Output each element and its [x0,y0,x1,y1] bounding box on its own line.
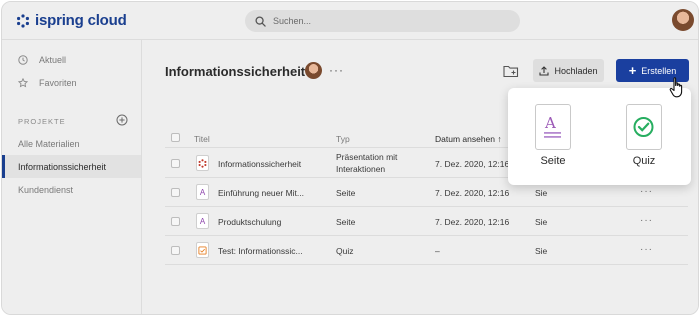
row-date: 7. Dez. 2020, 12:16 [435,217,510,227]
row-owner: Sie [535,188,548,198]
logo[interactable]: ispring cloud [16,12,127,29]
create-page-label: Seite [540,155,566,167]
row-title: Test: Informationssic... [218,246,303,256]
select-all-checkbox[interactable] [171,133,180,142]
column-header-date[interactable]: Datum ansehen ↑ [435,134,502,144]
sidebar-item-favorites[interactable]: Favoriten [18,78,77,88]
project-more-button[interactable]: ··· [329,63,344,77]
row-owner: Sie [535,217,548,227]
plus-icon: + [628,63,637,78]
row-owner: Sie [535,246,548,256]
top-bar: ispring cloud Suchen... [2,2,698,40]
project-label: Informationssicherheit [18,161,107,172]
row-title: Informationssicherheit [218,159,302,169]
add-project-icon[interactable] [116,114,128,126]
row-date: 7. Dez. 2020, 12:16 [435,159,510,169]
row-more-button[interactable]: ··· [640,186,653,197]
logo-text: ispring cloud [35,12,127,29]
page-title: Informationssicherheit [165,64,306,79]
row-date: 7. Dez. 2020, 12:16 [435,188,510,198]
sidebar: Aktuell Favoriten PROJEKTE Alle Material… [2,40,142,314]
page-icon: A [196,213,209,229]
quiz-check-icon [626,104,662,150]
row-more-button[interactable]: ··· [640,244,653,255]
row-type: Seite [336,188,356,198]
projects-section-label: PROJEKTE [18,117,66,126]
search-placeholder: Suchen... [273,16,312,26]
row-date: – [435,246,440,256]
create-quiz-label: Quiz [632,155,656,167]
row-title: Einführung neuer Mit... [218,188,304,198]
row-more-button[interactable]: ··· [640,215,653,226]
svg-text:A: A [544,114,556,132]
new-folder-icon[interactable] [503,64,519,78]
owner-avatar[interactable] [305,62,322,79]
row-checkbox[interactable] [171,217,180,226]
create-label: Erstellen [641,65,677,76]
row-type-line2: Interaktionen [336,164,386,174]
user-avatar[interactable] [672,9,694,31]
row-checkbox[interactable] [171,188,180,197]
clock-icon [18,55,28,65]
row-checkbox[interactable] [171,159,180,168]
quiz-icon [196,242,209,258]
row-checkbox[interactable] [171,246,180,255]
create-quiz-option[interactable]: Quiz [614,104,674,174]
sidebar-item-all-materials[interactable]: Alle Materialien [2,132,141,155]
upload-icon [539,65,550,76]
search-input[interactable]: Suchen... [245,10,520,32]
column-header-type[interactable]: Typ [336,134,350,144]
hand-cursor-icon [669,77,683,98]
page-icon: A [535,104,571,150]
upload-button[interactable]: Hochladen [533,59,604,82]
create-dropdown-menu: A Seite Quiz [508,88,691,185]
table-row[interactable]: A Produktschulung Seite 7. Dez. 2020, 12… [165,207,688,236]
table-row[interactable]: Test: Informationssic... Quiz – Sie ··· [165,236,688,265]
column-header-title[interactable]: Titel [194,134,210,144]
row-type: Quiz [336,246,354,256]
project-label: Kundendienst [18,184,74,195]
page-icon: A [196,184,209,200]
sidebar-item-informationssicherheit[interactable]: Informationssicherheit [2,155,141,178]
row-type: Präsentation mit [336,152,398,162]
star-icon [18,78,28,88]
sidebar-item-label: Aktuell [39,55,67,65]
project-label: Alle Materialien [18,138,80,149]
search-icon [255,15,266,27]
app-window: ispring cloud Suchen... Aktuell Favorite… [1,1,699,315]
presentation-icon [196,155,209,171]
sidebar-item-recent[interactable]: Aktuell [18,55,66,65]
sidebar-item-kundendienst[interactable]: Kundendienst [2,178,141,201]
sidebar-item-label: Favoriten [39,78,77,88]
create-page-option[interactable]: A Seite [523,104,583,174]
ispring-logo-icon [17,13,29,28]
row-type: Seite [336,217,356,227]
row-title: Produktschulung [218,217,282,227]
upload-label: Hochladen [554,65,598,76]
